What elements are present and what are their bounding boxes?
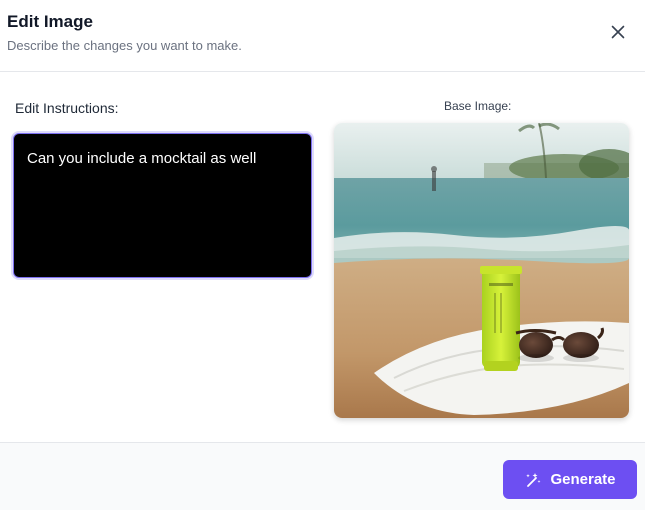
magic-wand-icon [526, 472, 541, 487]
dialog-subtitle: Describe the changes you want to make. [7, 38, 242, 53]
generate-button[interactable]: Generate [503, 460, 637, 499]
close-button[interactable] [606, 20, 630, 44]
dialog-title: Edit Image [7, 12, 93, 31]
edit-image-dialog: Edit Image Describe the changes you want… [0, 0, 645, 510]
dialog-header: Edit Image Describe the changes you want… [0, 0, 645, 72]
dialog-footer: Generate [0, 442, 645, 510]
instructions-label: Edit Instructions: [15, 100, 119, 116]
beach-photo [334, 123, 629, 418]
close-icon [611, 25, 625, 39]
base-image-label: Base Image: [444, 99, 512, 113]
instructions-textarea[interactable]: Can you include a mocktail as well [13, 133, 312, 278]
base-image [334, 123, 629, 418]
dialog-body: Edit Instructions: Can you include a moc… [0, 73, 645, 442]
generate-label: Generate [550, 471, 616, 488]
